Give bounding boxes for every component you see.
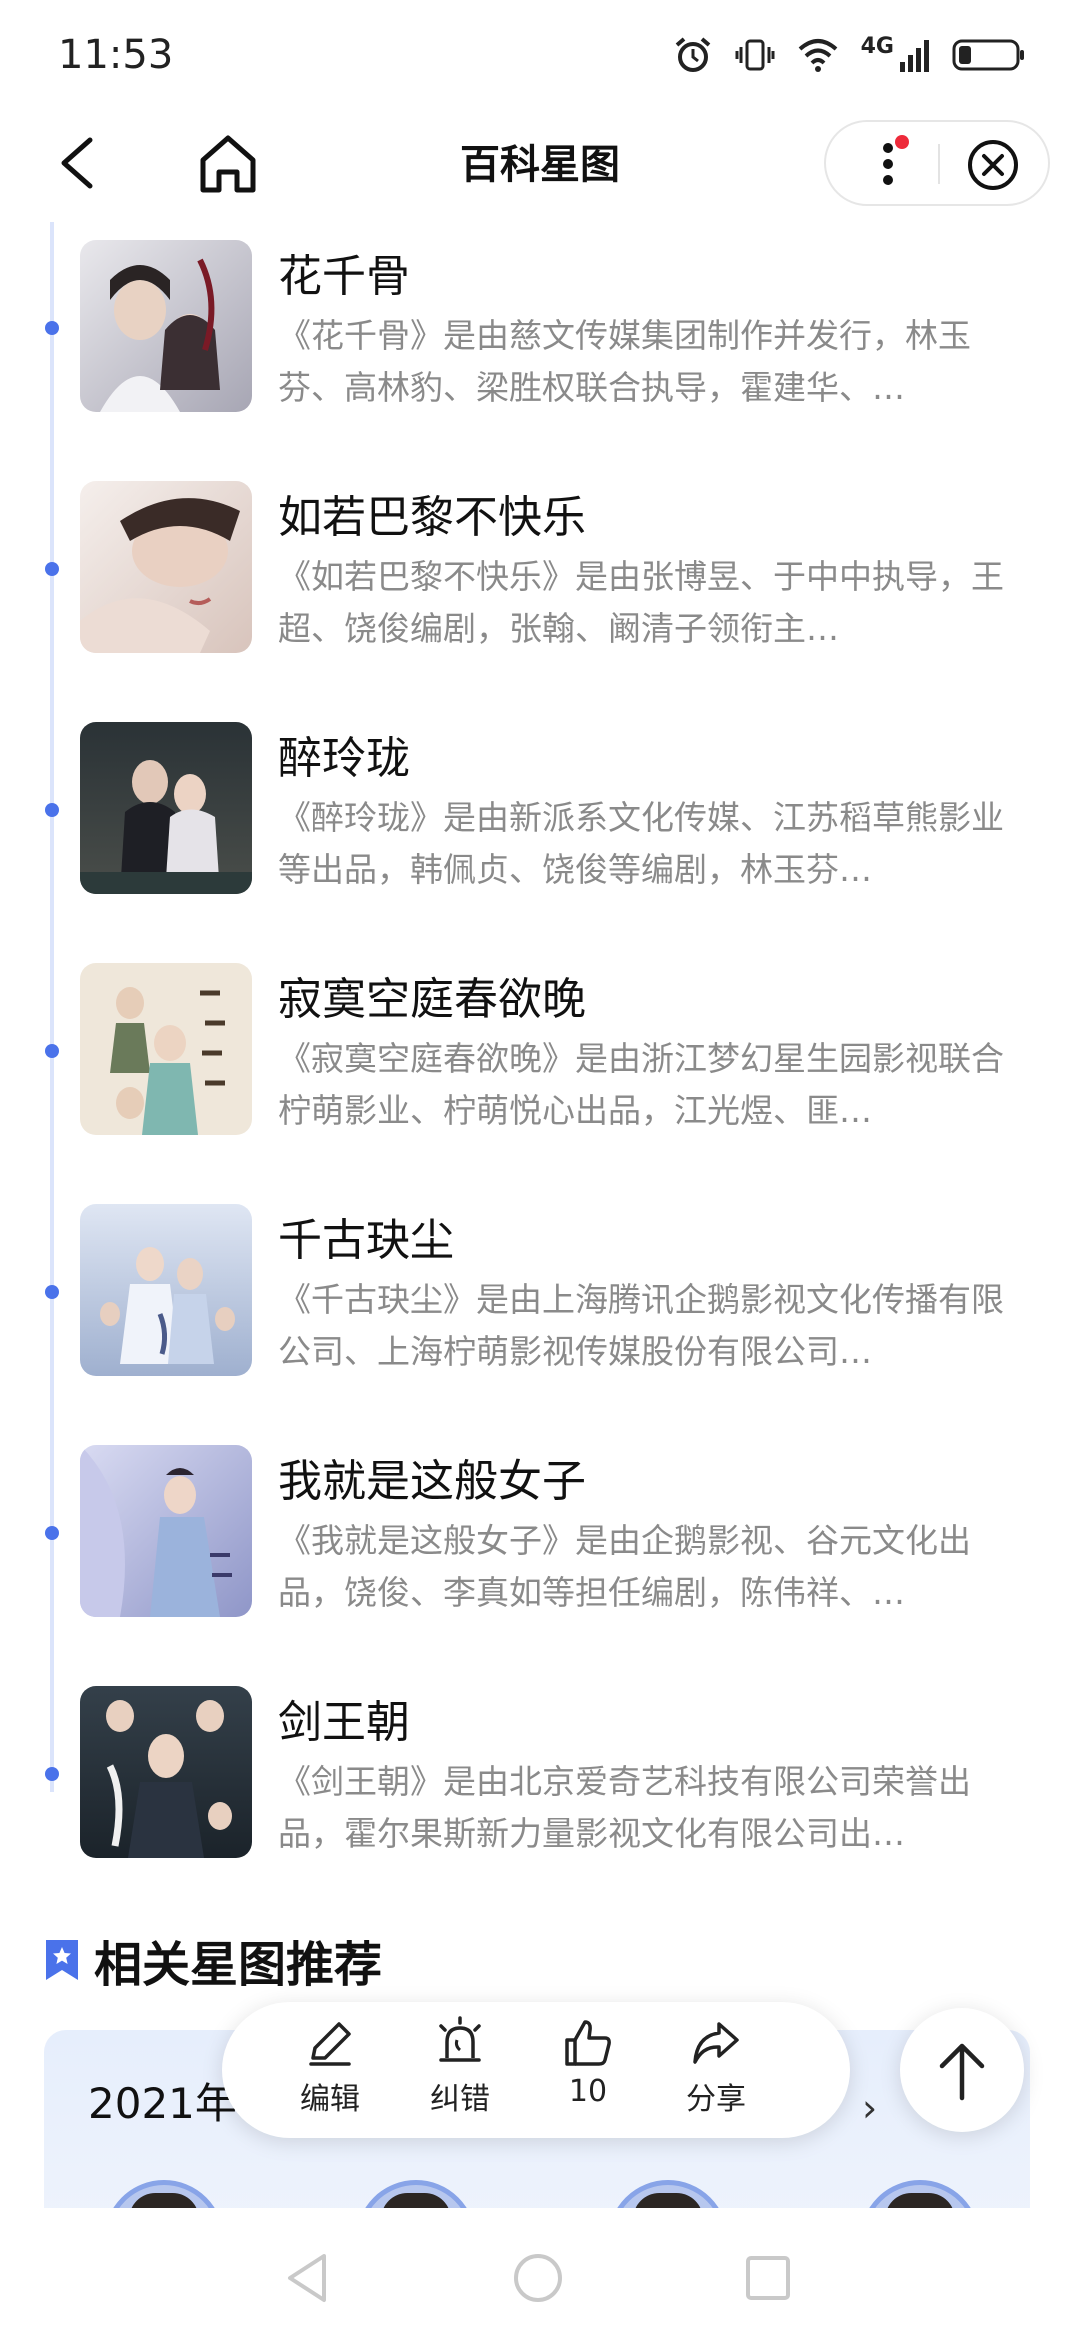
more-dots-icon (883, 135, 909, 185)
item-description: 《如若巴黎不快乐》是由张博昱、于中中执导，王超、饶俊编剧，张翰、阚清子领衔主… (278, 557, 1004, 648)
list-item[interactable]: 剑王朝 《剑王朝》是由北京爱奇艺科技有限公司荣誉出品，霍尔果斯新力量影视文化有限… (0, 1686, 1080, 1861)
close-circle-icon (968, 140, 1018, 190)
report-error-button[interactable]: 纠错 (410, 2016, 510, 2118)
alarm-icon (675, 37, 710, 72)
mini-program-capsule (824, 120, 1050, 206)
list-item[interactable]: 千古玦尘 《千古玦尘》是由上海腾讯企鹅影视文化传播有限公司、上海柠萌影视传媒股份… (0, 1204, 1080, 1379)
item-description: 《我就是这般女子》是由企鹅影视、谷元文化出品，饶俊、李真如等担任编剧，陈伟祥、… (278, 1521, 971, 1612)
item-description: 《剑王朝》是由北京爱奇艺科技有限公司荣誉出品，霍尔果斯新力量影视文化有限公司出… (278, 1762, 971, 1853)
item-title: 醉玲珑 (278, 733, 410, 784)
close-button[interactable] (966, 138, 1020, 192)
poster-thumbnail (80, 1204, 252, 1376)
more-button[interactable] (866, 134, 916, 194)
item-title: 剑王朝 (278, 1697, 410, 1748)
card-year: 2021年 (88, 2079, 237, 2128)
item-description: 《寂寞空庭春欲晚》是由浙江梦幻星生园影视联合柠萌影业、柠萌悦心出品，江光煜、匪… (278, 1039, 1004, 1130)
item-title: 我就是这般女子 (278, 1456, 586, 1507)
poster-thumbnail (80, 481, 252, 653)
status-time: 11:53 (58, 32, 174, 78)
list-item[interactable]: 花千骨 《花千骨》是由慈文传媒集团制作并发行，林玉芬、高林豹、梁胜权联合执导，霍… (0, 240, 1080, 415)
network-type: 4G (860, 33, 894, 59)
timeline-dot (45, 321, 59, 335)
back-to-top-button[interactable] (900, 2008, 1024, 2132)
timeline-dot (45, 1767, 59, 1781)
like-count: 10 (568, 2074, 608, 2109)
bookmark-star-icon (46, 1940, 78, 1980)
share-label: 分享 (686, 2082, 746, 2117)
nav-recent-apps-icon[interactable] (740, 2250, 796, 2306)
item-description: 《千古玦尘》是由上海腾讯企鹅影视文化传播有限公司、上海柠萌影视传媒股份有限公司… (278, 1280, 1004, 1371)
poster-thumbnail (80, 1686, 252, 1858)
list-item[interactable]: 我就是这般女子 《我就是这般女子》是由企鹅影视、谷元文化出品，饶俊、李真如等担任… (0, 1445, 1080, 1620)
share-arrow-icon (693, 2022, 739, 2064)
poster-thumbnail (80, 722, 252, 894)
item-description: 《花千骨》是由慈文传媒集团制作并发行，林玉芬、高林豹、梁胜权联合执导，霍建华、… (278, 316, 971, 407)
list-item[interactable]: 如若巴黎不快乐 《如若巴黎不快乐》是由张博昱、于中中执导，王超、饶俊编剧，张翰、… (0, 481, 1080, 656)
item-title: 千古玦尘 (278, 1215, 454, 1266)
siren-icon (439, 2016, 481, 2062)
related-section-header: 相关星图推荐 (44, 1930, 382, 1993)
timeline-dot (45, 1044, 59, 1058)
arrow-up-icon (939, 2043, 985, 2101)
poster-thumbnail (80, 240, 252, 412)
nav-back-icon[interactable] (280, 2250, 336, 2306)
edit-button[interactable]: 编辑 (280, 2016, 380, 2118)
top-nav: 百科星图 (0, 112, 1080, 212)
nav-home-icon[interactable] (510, 2250, 566, 2306)
vibrate-icon (735, 39, 775, 71)
list-item[interactable]: 寂寞空庭春欲晚 《寂寞空庭春欲晚》是由浙江梦幻星生园影视联合柠萌影业、柠萌悦心出… (0, 963, 1080, 1138)
list-item[interactable]: 醉玲珑 《醉玲珑》是由新派系文化传媒、江苏稻草熊影业等出品，韩佩贞、饶俊等编剧，… (0, 722, 1080, 897)
poster-thumbnail (80, 963, 252, 1135)
edit-label: 编辑 (300, 2082, 360, 2117)
timeline-dot (45, 562, 59, 576)
wifi-icon (798, 39, 837, 72)
system-nav-bar (0, 2208, 1080, 2340)
item-description: 《醉玲珑》是由新派系文化传媒、江苏稻草熊影业等出品，韩佩贞、饶俊等编剧，林玉芬… (278, 798, 1004, 889)
item-title: 花千骨 (278, 251, 410, 302)
report-label: 纠错 (430, 2082, 490, 2117)
status-bar: 11:53 4G (0, 0, 1080, 110)
share-button[interactable]: 分享 (666, 2016, 766, 2118)
timeline-dot (45, 1526, 59, 1540)
like-button[interactable]: 10 (538, 2016, 638, 2109)
chevron-right-icon[interactable]: › (862, 2086, 877, 2130)
item-title: 如若巴黎不快乐 (278, 492, 586, 543)
poster-thumbnail (80, 1445, 252, 1617)
thumbs-up-icon (565, 2020, 611, 2066)
pencil-icon (309, 2022, 351, 2066)
floating-action-bar: 编辑 纠错 10 分享 (222, 2002, 850, 2138)
timeline-dot (45, 1285, 59, 1299)
section-title: 相关星图推荐 (94, 1937, 383, 1993)
battery-icon (952, 39, 1024, 71)
item-title: 寂寞空庭春欲晚 (278, 974, 586, 1025)
signal-icon (900, 40, 929, 72)
timeline-dot (45, 803, 59, 817)
